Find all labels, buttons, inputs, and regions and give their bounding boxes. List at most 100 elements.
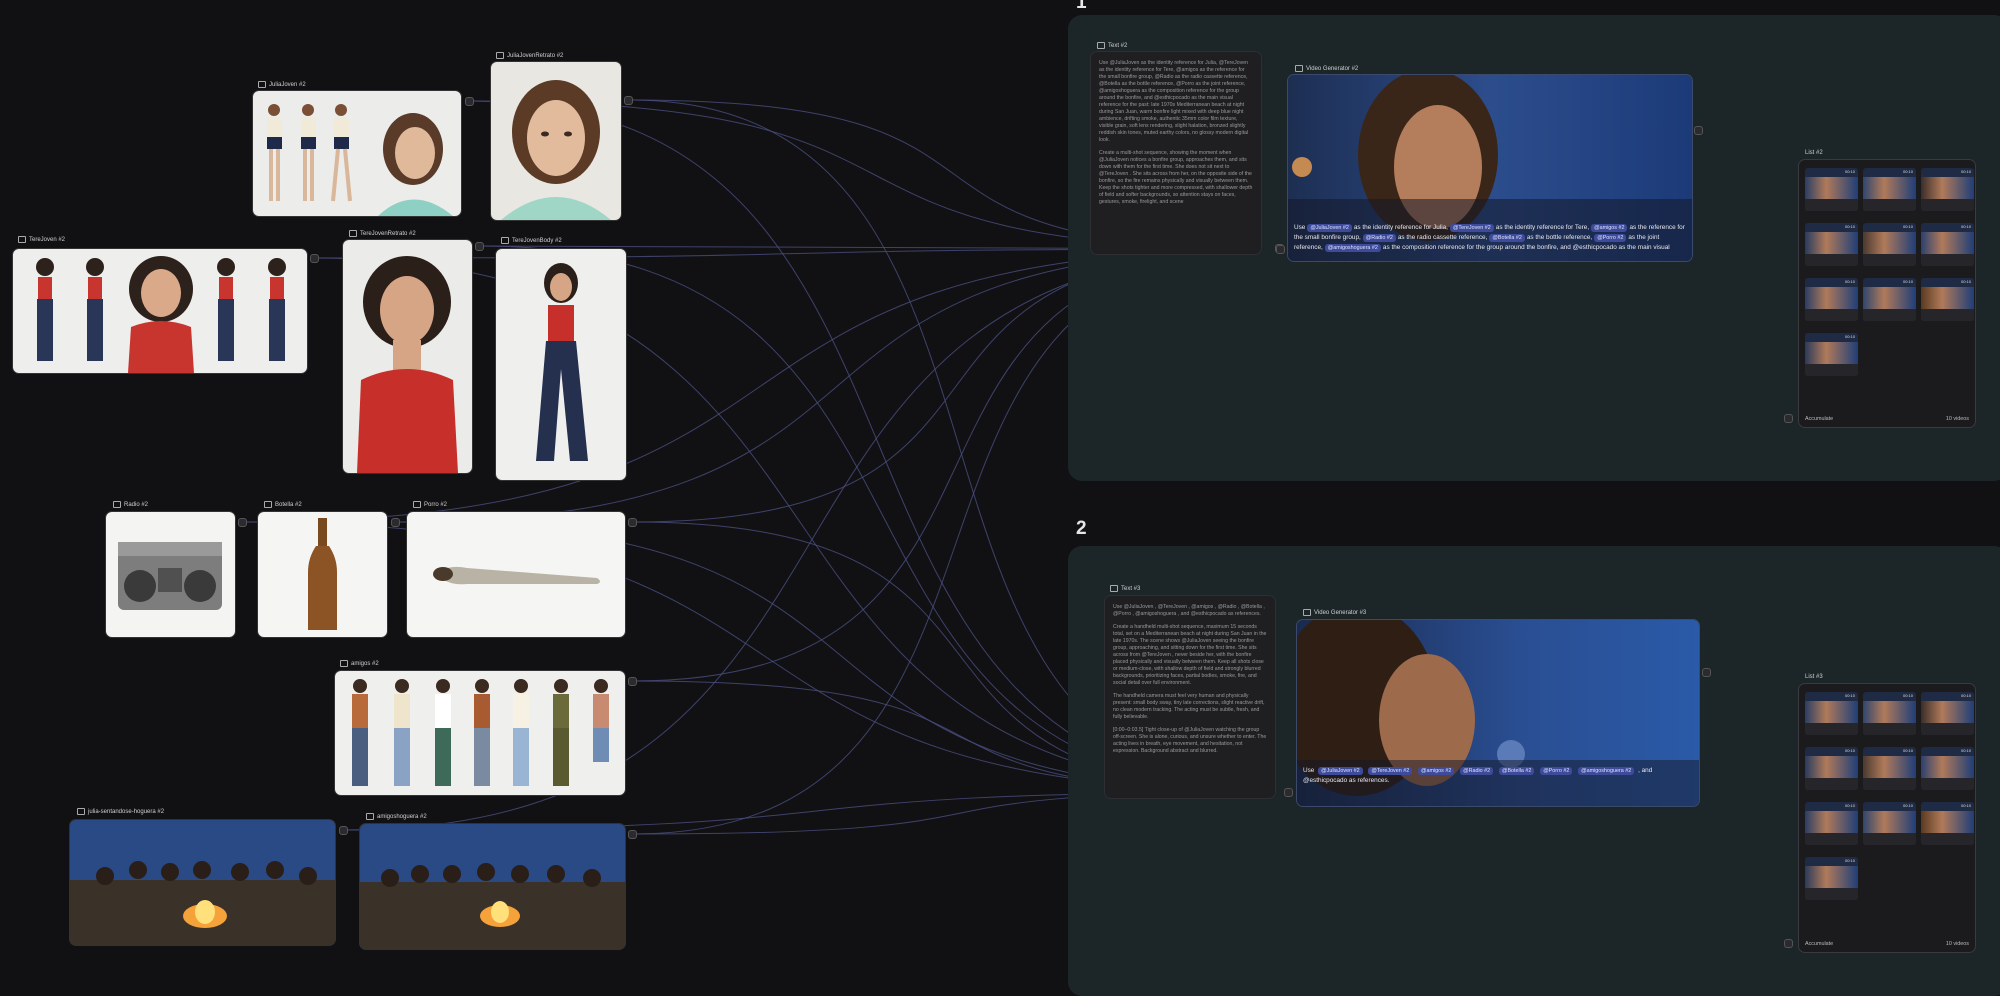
friends-bonfire-output-port[interactable] (628, 830, 637, 839)
video-thumbnail[interactable]: 00:10 (1921, 278, 1974, 321)
reference-chip[interactable]: @Porro #2 (1594, 234, 1627, 242)
thumbnail-caption-bar (1921, 723, 1974, 735)
video-thumbnail[interactable]: 00:10 (1805, 168, 1858, 211)
video-thumbnail[interactable]: 00:10 (1863, 747, 1916, 790)
video-generator-1-node[interactable]: Use @JuliaJoven #2 as the identity referen… (1288, 75, 1692, 261)
node-label-julia-joven: JuliaJoven #2 (258, 81, 306, 88)
reference-chip[interactable]: @Botella #2 (1498, 767, 1535, 775)
video-thumbnail[interactable]: 00:10 (1921, 802, 1974, 845)
video-duration: 00:10 (1960, 748, 1971, 753)
reference-chip[interactable]: @Porro #2 (1540, 767, 1573, 775)
video-thumbnail[interactable]: 00:10 (1863, 278, 1916, 321)
video-thumbnail[interactable]: 00:10 (1805, 802, 1858, 845)
list-mode-label[interactable]: Accumulate (1805, 941, 1833, 947)
friends-image[interactable] (335, 671, 625, 795)
julia-joven-image[interactable] (253, 91, 461, 216)
reference-chip[interactable]: @Radio #2 (1362, 234, 1396, 242)
radio-output-port[interactable] (238, 518, 247, 527)
tere-portrait-output-port[interactable] (475, 242, 484, 251)
video-thumbnail[interactable]: 00:10 (1805, 857, 1858, 900)
tere-full-body-illustration (36, 256, 286, 373)
video-duration: 00:10 (1844, 169, 1855, 174)
image-node-icon (496, 52, 504, 59)
friends-bonfire-image[interactable] (360, 824, 625, 949)
tere-joven-image[interactable] (13, 249, 307, 373)
list-2-node[interactable]: 00:10 00:10 00:10 00:10 00:10 00:10 00:10 00:10… (1799, 684, 1975, 952)
friends-group-illustration (352, 679, 609, 786)
node-label-radio: Radio #2 (113, 501, 148, 508)
reference-chip[interactable]: @JuliaJoven #2 (1318, 767, 1363, 775)
julia-bonfire-output-port[interactable] (339, 826, 348, 835)
video-thumbnail[interactable]: 00:10 (1921, 747, 1974, 790)
tere-body-image[interactable] (496, 249, 626, 480)
thumbnail-caption-bar (1921, 309, 1974, 321)
text-2-paragraph-4: [0:00–0:03.5] Tight close-up of @JuliaJo… (1113, 727, 1267, 754)
node-label-julia-rostro: JuliaJovenRetrato #2 (496, 52, 563, 59)
thumbnail-caption-bar (1805, 199, 1858, 211)
node-canvas[interactable]: 1 2 JuliaJoven #2 JuliaJovenRetrato #2 T… (0, 0, 2000, 996)
joint-illustration (433, 566, 600, 585)
video-duration: 00:10 (1960, 803, 1971, 808)
thumbnail-caption-bar (1805, 833, 1858, 845)
tere-portrait-image[interactable] (343, 240, 472, 473)
video-thumbnail[interactable]: 00:10 (1805, 747, 1858, 790)
list-2-input-port[interactable] (1784, 939, 1793, 948)
video-duration: 00:10 (1960, 169, 1971, 174)
video-2-output-port[interactable] (1702, 668, 1711, 677)
video-1-prompt-caption: Use @JuliaJoven #2 as the identity referen… (1294, 224, 1685, 252)
reference-chip[interactable]: @TereJoven #2 (1449, 224, 1494, 232)
video-thumbnail[interactable]: 00:10 (1863, 692, 1916, 735)
video-thumbnail[interactable]: 00:10 (1805, 278, 1858, 321)
reference-chip[interactable]: @JuliaJoven #2 (1307, 224, 1352, 232)
julia-portrait-image[interactable] (491, 62, 621, 220)
text-2-prompt-node[interactable]: Use @JuliaJoven , @TereJoven , @amigos ,… (1105, 596, 1275, 798)
reference-chip[interactable]: @amigoshoguera #2 (1324, 244, 1381, 252)
video-thumbnail-frame (1921, 756, 1974, 778)
text-1-prompt-node[interactable]: Use @JuliaJoven as the identity referenc… (1091, 52, 1261, 254)
video-thumbnail[interactable]: 00:10 (1805, 223, 1858, 266)
reference-chip[interactable]: @Radio #2 (1460, 767, 1494, 775)
video-thumbnail[interactable]: 00:10 (1863, 223, 1916, 266)
reference-chip[interactable]: @amigoshoguera #2 (1578, 767, 1635, 775)
julia-joven-output-port[interactable] (465, 97, 474, 106)
joint-output-port[interactable] (628, 518, 637, 527)
node-label-tere-rostro: TereJovenRetrato #2 (349, 230, 416, 237)
video-generator-2-node[interactable]: Use @JuliaJoven #2 @TereJoven #2 @amigos… (1297, 620, 1699, 806)
video-thumbnail[interactable]: 00:10 (1921, 692, 1974, 735)
list-mode-label[interactable]: Accumulate (1805, 416, 1833, 422)
friends-output-port[interactable] (628, 677, 637, 686)
julia-bonfire-image[interactable] (70, 820, 335, 945)
video-thumbnail-frame (1921, 811, 1974, 833)
video-thumbnail[interactable]: 00:10 (1805, 692, 1858, 735)
joint-image[interactable] (407, 512, 625, 637)
reference-chip[interactable]: @TereJoven #2 (1368, 767, 1413, 775)
list-1-node[interactable]: 00:10 00:10 00:10 00:10 00:10 00:10 00:10 00:10… (1799, 160, 1975, 427)
video-thumbnail[interactable]: 00:10 (1921, 223, 1974, 266)
video-thumbnail-frame (1805, 756, 1858, 778)
video-duration: 00:10 (1844, 693, 1855, 698)
tere-joven-output-port[interactable] (310, 254, 319, 263)
reference-chip[interactable]: @amigos #2 (1418, 767, 1455, 775)
list-1-input-port[interactable] (1784, 414, 1793, 423)
bottle-output-port[interactable] (391, 518, 400, 527)
video-1-input-port[interactable] (1276, 245, 1285, 254)
node-label-video-2: Video Generator #3 (1303, 609, 1366, 616)
radio-image[interactable] (106, 512, 235, 637)
node-label-text-1: Text #2 (1097, 42, 1127, 49)
text-1-paragraph-2: Create a multi-shot sequence, showing th… (1099, 150, 1253, 205)
reference-chip[interactable]: @amigos #2 (1591, 224, 1628, 232)
video-duration: 00:10 (1960, 693, 1971, 698)
video-thumbnail[interactable]: 00:10 (1805, 333, 1858, 376)
reference-chip[interactable]: @Botella #2 (1489, 234, 1525, 242)
video-duration: 00:10 (1960, 224, 1971, 229)
video-1-output-port[interactable] (1694, 126, 1703, 135)
julia-portrait-output-port[interactable] (624, 96, 633, 105)
text-2-output-port[interactable] (1284, 788, 1293, 797)
node-label-tere-body: TereJovenBody #2 (501, 237, 562, 244)
node-label-list-1: List #2 (1805, 150, 1823, 156)
bottle-image[interactable] (258, 512, 387, 637)
video-thumbnail[interactable]: 00:10 (1863, 168, 1916, 211)
video-thumbnail-frame (1863, 287, 1916, 309)
video-thumbnail[interactable]: 00:10 (1921, 168, 1974, 211)
video-thumbnail[interactable]: 00:10 (1863, 802, 1916, 845)
